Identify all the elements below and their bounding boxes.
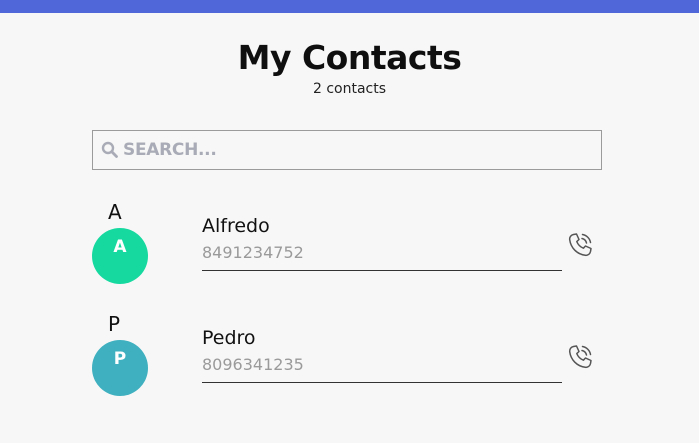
- contact-info: Pedro 8096341235: [202, 324, 562, 383]
- phone-call-icon[interactable]: [565, 342, 595, 372]
- contact-phone: 8491234752: [202, 243, 304, 262]
- contact-name: Pedro: [202, 327, 256, 349]
- avatar: P: [92, 340, 148, 396]
- contact-item-pedro[interactable]: P P Pedro 8096341235: [92, 312, 612, 412]
- avatar-initial: P: [113, 349, 127, 369]
- search-box[interactable]: [92, 130, 602, 170]
- avatar-initial: A: [113, 237, 127, 257]
- group-letter: A: [108, 200, 122, 224]
- contact-phone: 8096341235: [202, 355, 304, 374]
- contact-info: Alfredo 8491234752: [202, 212, 562, 271]
- page-title: My Contacts: [237, 38, 462, 77]
- group-letter: P: [108, 312, 121, 336]
- search-input[interactable]: [123, 132, 601, 168]
- avatar: A: [92, 228, 148, 284]
- search-icon: [101, 141, 119, 159]
- contact-count: 2 contacts: [312, 81, 387, 97]
- phone-call-icon[interactable]: [565, 230, 595, 260]
- contact-item-alfredo[interactable]: A A Alfredo 8491234752: [92, 200, 612, 300]
- contact-name: Alfredo: [202, 215, 270, 237]
- top-accent-bar: [0, 0, 699, 13]
